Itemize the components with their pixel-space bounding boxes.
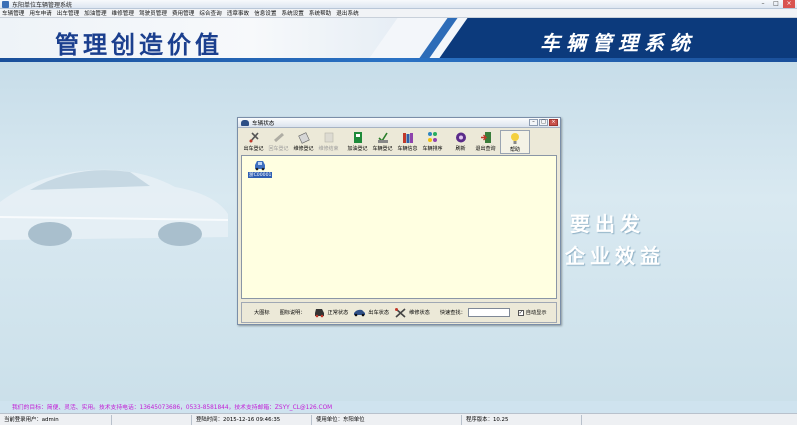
car-return-button[interactable]: 回车登记	[266, 130, 291, 154]
menu-violation[interactable]: 违章事故	[227, 9, 249, 17]
help-button[interactable]: 帮助	[500, 130, 530, 154]
repair-finish-button[interactable]: 维修结束	[316, 130, 341, 154]
exit-query-button[interactable]: 退出查询	[473, 130, 498, 154]
status-login-time: 登陆时间：2015-12-16 09:46:35	[192, 414, 312, 425]
menu-cost[interactable]: 费用管理	[172, 9, 194, 17]
menu-fuel[interactable]: 加油管理	[84, 9, 106, 17]
menu-help[interactable]: 系统帮助	[309, 9, 331, 17]
out-status-icon	[354, 309, 366, 317]
vehicle-item[interactable]: 浙C00001	[248, 159, 273, 178]
refresh-icon	[455, 132, 466, 143]
app-icon	[2, 0, 9, 8]
dialog-toolbar: 出车登记 回车登记 维修登记 维修结束 加油登记 车辆登记 车辆信息 车辆排序 …	[241, 130, 557, 154]
vehicle-plate: 浙C00001	[248, 172, 273, 178]
dialog-minimize-button[interactable]: –	[529, 119, 538, 126]
legend-repair: 维修状态	[391, 307, 430, 318]
auto-show-option[interactable]: ✓ 自动显示	[517, 309, 547, 316]
sort-icon	[427, 132, 437, 142]
vehicle-register-icon	[377, 132, 388, 143]
quick-search-label: 快速查找：	[439, 310, 466, 316]
vehicle-register-button[interactable]: 车辆登记	[370, 130, 395, 154]
dialog-car-icon	[241, 119, 249, 126]
window-title-bar: 东阳单位车辆管理系统 – □ ×	[0, 0, 797, 9]
dialog-title: 车辆状态	[252, 120, 275, 127]
icon-legend-label: 图标说明：	[279, 310, 306, 316]
background-text-2: 企业效益	[565, 244, 665, 268]
dialog-maximize-button[interactable]: □	[539, 119, 548, 126]
car-parked-icon	[255, 161, 266, 171]
banner-slogan: 管理创造价值	[55, 30, 223, 59]
minimize-button[interactable]: –	[757, 0, 769, 8]
big-icon-option[interactable]: 大图标	[254, 309, 270, 316]
vehicle-info-icon	[402, 133, 413, 143]
banner: 管理创造价值 车辆管理系统	[0, 18, 797, 62]
auto-show-checkbox[interactable]: ✓	[517, 309, 524, 316]
menu-query[interactable]: 综合查询	[199, 9, 221, 17]
car-return-icon	[273, 132, 284, 143]
contact-line: 我们的目标：简便、灵活、实用。技术支持电话：13645073686，0533-8…	[12, 405, 333, 411]
repair-status-icon	[395, 308, 406, 318]
vehicle-canvas[interactable]: 浙C00001	[241, 155, 557, 299]
dialog-close-button[interactable]: ×	[549, 119, 558, 126]
maximize-button[interactable]: □	[770, 0, 782, 8]
menu-repair[interactable]: 维修管理	[112, 9, 134, 17]
repair-finish-icon	[324, 132, 333, 143]
vehicle-info-button[interactable]: 车辆信息	[395, 130, 420, 154]
repair-register-icon	[297, 132, 310, 144]
help-icon	[511, 133, 519, 144]
normal-status-icon	[314, 309, 324, 318]
menu-dispatch[interactable]: 出车管理	[57, 9, 79, 17]
car-out-icon	[248, 132, 259, 143]
background-text-1: 要出发	[570, 212, 645, 236]
menu-driver[interactable]: 驾驶员管理	[139, 9, 167, 17]
menu-system-settings[interactable]: 系统设置	[282, 9, 304, 17]
menu-info-settings[interactable]: 信息设置	[254, 9, 276, 17]
car-silhouette-icon	[0, 169, 229, 246]
repair-register-button[interactable]: 维修登记	[291, 130, 316, 154]
menu-exit[interactable]: 退出系统	[336, 9, 358, 17]
refresh-button[interactable]: 刷新	[448, 130, 473, 154]
menu-car-request[interactable]: 用车申请	[29, 9, 51, 17]
legend-bar: 大图标 图标说明： 正常状态 出车状态 维修状态 快速查找： ✓ 自动显示	[241, 302, 557, 323]
quick-search-input[interactable]	[467, 308, 510, 317]
legend-normal: 正常状态	[310, 307, 348, 318]
legend-out: 出车状态	[350, 307, 389, 318]
dialog-title-bar[interactable]: 车辆状态 – □ ×	[238, 118, 560, 128]
car-out-button[interactable]: 出车登记	[241, 130, 266, 154]
fuel-icon	[353, 132, 362, 143]
close-button[interactable]: ×	[783, 0, 795, 8]
menu-bar: 车辆管理 用车申请 出车管理 加油管理 维修管理 驾驶员管理 费用管理 综合查询…	[0, 9, 797, 18]
window-title: 东阳单位车辆管理系统	[12, 1, 73, 9]
status-unit: 使用单位：东阳单位	[312, 414, 462, 425]
status-version: 程序版本：10.25	[462, 414, 582, 425]
banner-system-name: 车辆管理系统	[540, 31, 696, 55]
exit-icon	[480, 132, 491, 143]
vehicle-sort-button[interactable]: 车辆排序	[420, 130, 445, 154]
menu-vehicle[interactable]: 车辆管理	[2, 9, 24, 17]
status-user: 当前登录用户：admin	[0, 414, 112, 425]
vehicle-status-dialog: 车辆状态 – □ × 出车登记 回车登记 维修登记 维修结束 加油登记 车辆登记…	[237, 117, 561, 325]
fuel-register-button[interactable]: 加油登记	[345, 130, 370, 154]
status-bar: 当前登录用户：admin 登陆时间：2015-12-16 09:46:35 使用…	[0, 413, 797, 425]
